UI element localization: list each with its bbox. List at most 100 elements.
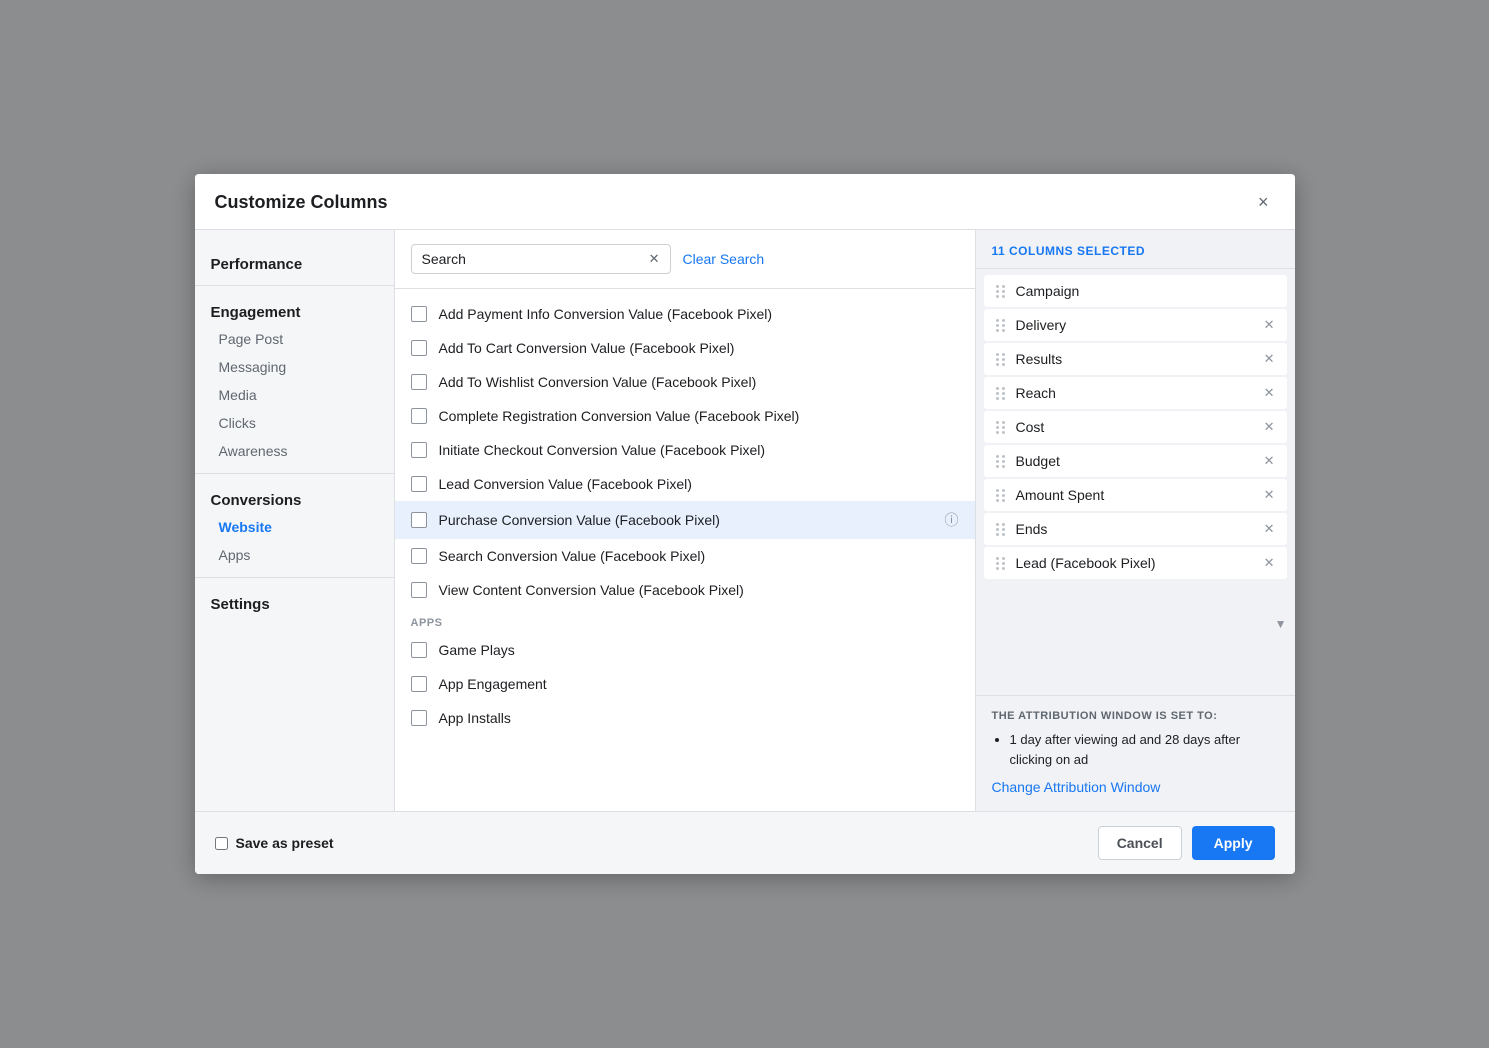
checkbox-purchase-conversion[interactable] — [411, 512, 427, 528]
sidebar: Performance Engagement Page Post Messagi… — [195, 230, 395, 811]
sidebar-item-apps[interactable]: Apps — [195, 541, 394, 569]
selected-col-delivery: Delivery ✕ — [984, 309, 1287, 341]
label-app-installs: App Installs — [439, 710, 959, 726]
sidebar-section-conversions: Conversions Website Apps — [195, 482, 394, 569]
checkbox-lead-conversion[interactable] — [411, 476, 427, 492]
drag-handle-results[interactable] — [996, 353, 1006, 366]
list-item-add-payment[interactable]: Add Payment Info Conversion Value (Faceb… — [395, 297, 975, 331]
remove-cost-button[interactable]: ✕ — [1264, 419, 1275, 435]
checkbox-add-payment[interactable] — [411, 306, 427, 322]
checkbox-search-conversion[interactable] — [411, 548, 427, 564]
sidebar-item-clicks[interactable]: Clicks — [195, 409, 394, 437]
sidebar-section-conversions-title[interactable]: Conversions — [195, 482, 394, 513]
sidebar-section-settings-title[interactable]: Settings — [195, 586, 394, 617]
remove-ends-button[interactable]: ✕ — [1264, 521, 1275, 537]
label-add-to-wishlist: Add To Wishlist Conversion Value (Facebo… — [439, 374, 959, 390]
sidebar-item-media[interactable]: Media — [195, 381, 394, 409]
remove-reach-button[interactable]: ✕ — [1264, 385, 1275, 401]
list-item-game-plays[interactable]: Game Plays — [395, 633, 975, 667]
drag-handle-ends[interactable] — [996, 523, 1006, 536]
checkbox-app-installs[interactable] — [411, 710, 427, 726]
apply-button[interactable]: Apply — [1192, 826, 1275, 860]
label-game-plays: Game Plays — [439, 642, 959, 658]
search-bar: ✕ Clear Search — [395, 230, 975, 289]
customize-columns-modal: Customize Columns × Performance Engageme… — [195, 174, 1295, 874]
selected-col-results: Results ✕ — [984, 343, 1287, 375]
apps-section-divider: APPS — [395, 607, 975, 633]
drag-handle-lead-fb[interactable] — [996, 557, 1006, 570]
save-preset-checkbox[interactable] — [215, 837, 228, 850]
checkbox-view-content[interactable] — [411, 582, 427, 598]
sidebar-divider-3 — [195, 577, 394, 578]
info-icon-purchase[interactable]: ⓘ — [945, 510, 959, 530]
list-item-purchase-conversion[interactable]: Purchase Conversion Value (Facebook Pixe… — [395, 501, 975, 539]
attribution-text: 1 day after viewing ad and 28 days after… — [992, 730, 1279, 769]
selected-col-label-lead-fb: Lead (Facebook Pixel) — [1016, 555, 1254, 571]
drag-handle-delivery[interactable] — [996, 319, 1006, 332]
label-complete-registration: Complete Registration Conversion Value (… — [439, 408, 959, 424]
modal-body: Performance Engagement Page Post Messagi… — [195, 230, 1295, 811]
sidebar-item-page-post[interactable]: Page Post — [195, 325, 394, 353]
close-button[interactable]: × — [1252, 190, 1275, 215]
list-item-app-installs[interactable]: App Installs — [395, 701, 975, 735]
drag-handle-campaign[interactable] — [996, 285, 1006, 298]
save-preset-wrap: Save as preset — [215, 835, 334, 851]
checkbox-complete-registration[interactable] — [411, 408, 427, 424]
right-panel: 11 COLUMNS SELECTED Campaign — [975, 230, 1295, 811]
checkbox-initiate-checkout[interactable] — [411, 442, 427, 458]
remove-delivery-button[interactable]: ✕ — [1264, 317, 1275, 333]
sidebar-item-awareness[interactable]: Awareness — [195, 437, 394, 465]
sidebar-section-performance: Performance — [195, 246, 394, 277]
list-item-lead-conversion[interactable]: Lead Conversion Value (Facebook Pixel) — [395, 467, 975, 501]
checkbox-add-to-cart[interactable] — [411, 340, 427, 356]
list-item-app-engagement[interactable]: App Engagement — [395, 667, 975, 701]
clear-search-button[interactable]: Clear Search — [683, 251, 765, 267]
checkbox-game-plays[interactable] — [411, 642, 427, 658]
search-clear-icon[interactable]: ✕ — [649, 251, 660, 267]
items-list: Add Payment Info Conversion Value (Faceb… — [395, 289, 975, 811]
remove-amount-spent-button[interactable]: ✕ — [1264, 487, 1275, 503]
remove-budget-button[interactable]: ✕ — [1264, 453, 1275, 469]
selected-col-cost: Cost ✕ — [984, 411, 1287, 443]
scroll-arrow-icon: ▼ — [1275, 617, 1287, 631]
save-preset-label[interactable]: Save as preset — [236, 835, 334, 851]
selected-col-label-ends: Ends — [1016, 521, 1254, 537]
selected-col-label-results: Results — [1016, 351, 1254, 367]
cancel-button[interactable]: Cancel — [1098, 826, 1182, 860]
attribution-list-item: 1 day after viewing ad and 28 days after… — [1010, 730, 1279, 769]
checkbox-app-engagement[interactable] — [411, 676, 427, 692]
selected-col-ends: Ends ✕ — [984, 513, 1287, 545]
drag-handle-budget[interactable] — [996, 455, 1006, 468]
label-view-content: View Content Conversion Value (Facebook … — [439, 582, 959, 598]
sidebar-section-engagement-title[interactable]: Engagement — [195, 294, 394, 325]
drag-handle-amount-spent[interactable] — [996, 489, 1006, 502]
drag-handle-cost[interactable] — [996, 421, 1006, 434]
sidebar-section-performance-title[interactable]: Performance — [195, 246, 394, 277]
list-item-add-to-wishlist[interactable]: Add To Wishlist Conversion Value (Facebo… — [395, 365, 975, 399]
footer-buttons: Cancel Apply — [1098, 826, 1275, 860]
sidebar-item-website[interactable]: Website — [195, 513, 394, 541]
selected-columns-list: Campaign Delivery ✕ — [976, 269, 1295, 695]
search-input[interactable] — [422, 251, 643, 267]
selected-col-lead-fb: Lead (Facebook Pixel) ✕ — [984, 547, 1287, 579]
list-item-complete-registration[interactable]: Complete Registration Conversion Value (… — [395, 399, 975, 433]
list-item-add-to-cart[interactable]: Add To Cart Conversion Value (Facebook P… — [395, 331, 975, 365]
remove-results-button[interactable]: ✕ — [1264, 351, 1275, 367]
selected-col-label-campaign: Campaign — [1016, 283, 1275, 299]
checkbox-add-to-wishlist[interactable] — [411, 374, 427, 390]
label-app-engagement: App Engagement — [439, 676, 959, 692]
search-input-wrap: ✕ — [411, 244, 671, 274]
drag-handle-reach[interactable] — [996, 387, 1006, 400]
change-attribution-link[interactable]: Change Attribution Window — [992, 779, 1161, 795]
attribution-title: THE ATTRIBUTION WINDOW IS SET TO: — [992, 710, 1279, 722]
list-item-view-content[interactable]: View Content Conversion Value (Facebook … — [395, 573, 975, 607]
sidebar-divider-1 — [195, 285, 394, 286]
sidebar-item-messaging[interactable]: Messaging — [195, 353, 394, 381]
main-content: ✕ Clear Search Add Payment Info Conversi… — [395, 230, 975, 811]
selected-col-label-cost: Cost — [1016, 419, 1254, 435]
label-search-conversion: Search Conversion Value (Facebook Pixel) — [439, 548, 959, 564]
list-item-search-conversion[interactable]: Search Conversion Value (Facebook Pixel) — [395, 539, 975, 573]
remove-lead-fb-button[interactable]: ✕ — [1264, 555, 1275, 571]
list-item-initiate-checkout[interactable]: Initiate Checkout Conversion Value (Face… — [395, 433, 975, 467]
label-lead-conversion: Lead Conversion Value (Facebook Pixel) — [439, 476, 959, 492]
